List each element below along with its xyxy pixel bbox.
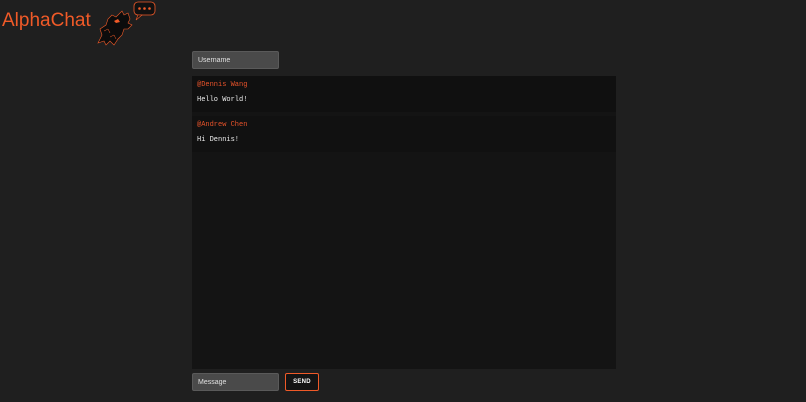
brand-name[interactable]: AlphaChat	[2, 10, 91, 32]
username-input[interactable]	[192, 51, 279, 69]
chat-message-list[interactable]: @Dennis Wang Hello World! @Andrew Chen H…	[192, 76, 616, 369]
message-author: @Andrew Chen	[197, 121, 248, 129]
message-input[interactable]	[192, 373, 279, 391]
message-author: @Dennis Wang	[197, 81, 248, 89]
list-item: @Dennis Wang Hello World!	[192, 76, 616, 112]
message-text: Hello World!	[197, 96, 248, 104]
wolf-speech-bubble-icon	[97, 1, 156, 46]
message-text: Hi Dennis!	[197, 136, 240, 144]
list-item: @Andrew Chen Hi Dennis!	[192, 116, 616, 152]
app-header: AlphaChat	[0, 0, 806, 50]
send-button[interactable]: SEND	[285, 373, 319, 391]
